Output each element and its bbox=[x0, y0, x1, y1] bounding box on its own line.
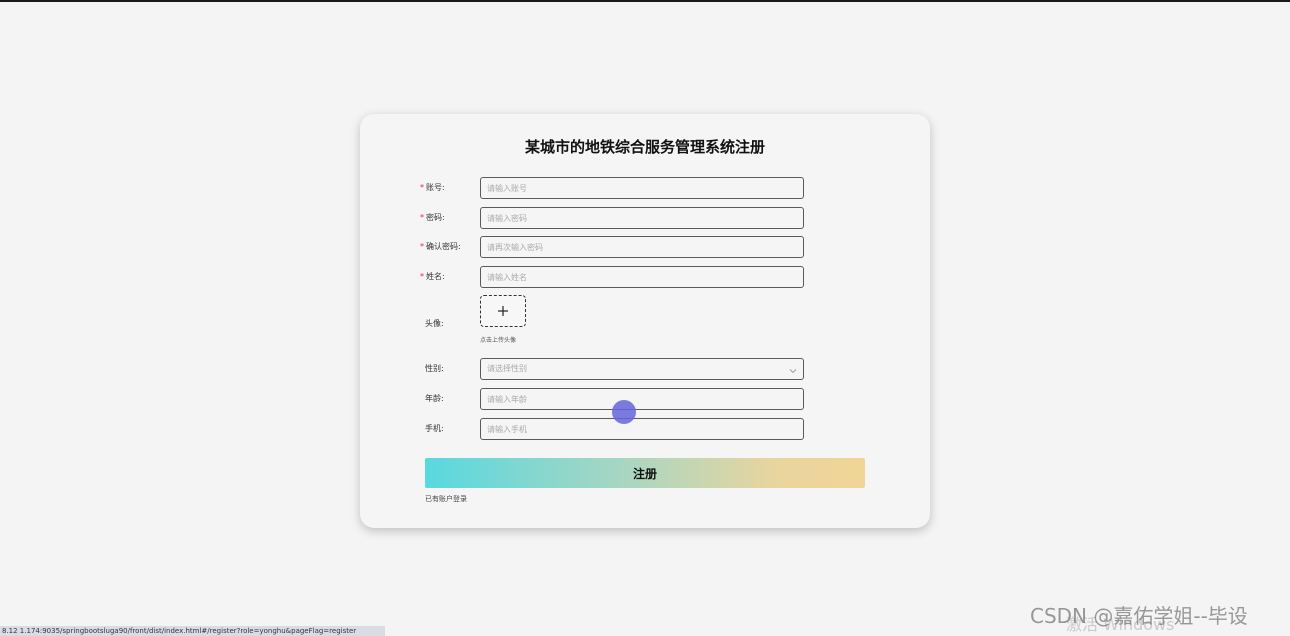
login-link[interactable]: 已有账户登录 bbox=[425, 494, 467, 504]
avatar-upload-button[interactable] bbox=[480, 295, 526, 327]
phone-label: 手机: bbox=[425, 424, 444, 433]
confirm-password-row: * 确认密码: bbox=[360, 236, 930, 258]
register-button[interactable]: 注册 bbox=[425, 458, 865, 488]
phone-input[interactable] bbox=[480, 418, 804, 440]
confirm-password-input[interactable] bbox=[480, 236, 804, 258]
name-label: * 姓名: bbox=[420, 272, 445, 281]
gender-row: 性别: 请选择性别 bbox=[360, 358, 930, 380]
name-input[interactable] bbox=[480, 266, 804, 288]
avatar-label: 头像: bbox=[425, 319, 444, 328]
browser-status-url: 8.12 1.174:9035/springbootsluga90/front/… bbox=[0, 626, 385, 636]
password-input[interactable] bbox=[480, 207, 804, 229]
chevron-down-icon bbox=[789, 363, 797, 383]
page-title: 某城市的地铁综合服务管理系统注册 bbox=[524, 138, 765, 156]
gender-select[interactable]: 请选择性别 bbox=[480, 358, 804, 380]
password-label: * 密码: bbox=[420, 213, 445, 222]
phone-row: 手机: bbox=[360, 418, 930, 440]
account-row: * 账号: bbox=[360, 177, 930, 199]
age-input[interactable] bbox=[480, 388, 804, 410]
csdn-watermark: CSDN @嘉佑学姐--毕设 bbox=[1030, 604, 1248, 628]
register-card: 某城市的地铁综合服务管理系统注册 *账号: *密码: *确认密码: *姓名: 头… bbox=[360, 114, 930, 528]
confirm-password-label: * 确认密码: bbox=[420, 242, 461, 251]
mouse-cursor-highlight bbox=[612, 400, 636, 424]
age-row: 年龄: bbox=[360, 388, 930, 410]
name-row: * 姓名: bbox=[360, 266, 930, 288]
plus-icon bbox=[498, 306, 508, 316]
avatar-upload-hint: 点击上传头像 bbox=[480, 337, 517, 344]
account-input[interactable] bbox=[480, 177, 804, 199]
window-top-border bbox=[0, 0, 1290, 2]
gender-select-placeholder: 请选择性别 bbox=[487, 364, 527, 373]
gender-label: 性别: bbox=[425, 364, 444, 373]
password-row: * 密码: bbox=[360, 207, 930, 229]
account-label: * 账号: bbox=[420, 183, 445, 192]
age-label: 年龄: bbox=[425, 394, 444, 403]
